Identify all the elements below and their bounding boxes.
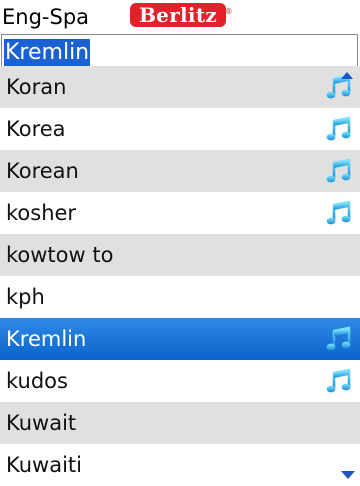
list-item-label: Korea: [6, 117, 66, 141]
list-item[interactable]: Kuwait: [0, 402, 360, 444]
list-item-label: Koran: [6, 75, 67, 99]
list-item-label: kph: [6, 285, 45, 309]
music-note-icon[interactable]: [324, 157, 354, 187]
music-note-icon[interactable]: [324, 367, 354, 397]
list-item[interactable]: kosher: [0, 192, 360, 234]
berlitz-logo: Berlitz ®: [130, 3, 233, 27]
scroll-down-arrow-icon[interactable]: [341, 471, 355, 479]
brand-name: Berlitz: [138, 3, 218, 27]
list-item[interactable]: kudos: [0, 360, 360, 402]
search-input[interactable]: Kremlin: [1, 34, 358, 70]
scroll-up-arrow-icon[interactable]: [341, 72, 353, 79]
list-item-label: Kremlin: [6, 327, 87, 351]
word-list[interactable]: Koran Korea Korean kosher kowtow to kph Kremli…: [0, 66, 360, 486]
list-item-label: kowtow to: [6, 243, 114, 267]
list-item-label: Korean: [6, 159, 79, 183]
list-item[interactable]: Koran: [0, 66, 360, 108]
list-item-label: kosher: [6, 201, 77, 225]
registered-mark: ®: [224, 7, 233, 16]
search-value[interactable]: Kremlin: [4, 39, 91, 66]
music-note-icon[interactable]: [324, 325, 354, 355]
list-item-label: kudos: [6, 369, 68, 393]
list-item[interactable]: kph: [0, 276, 360, 318]
app-title: Eng-Spa: [2, 5, 90, 29]
music-note-icon[interactable]: [324, 199, 354, 229]
music-note-icon[interactable]: [324, 115, 354, 145]
list-item[interactable]: Korean: [0, 150, 360, 192]
app-header: Eng-Spa Berlitz ®: [0, 0, 360, 34]
list-item[interactable]: Korea: [0, 108, 360, 150]
list-item[interactable]: kowtow to: [0, 234, 360, 276]
list-item[interactable]: Kremlin: [0, 318, 360, 360]
list-item-label: Kuwait: [6, 411, 77, 435]
